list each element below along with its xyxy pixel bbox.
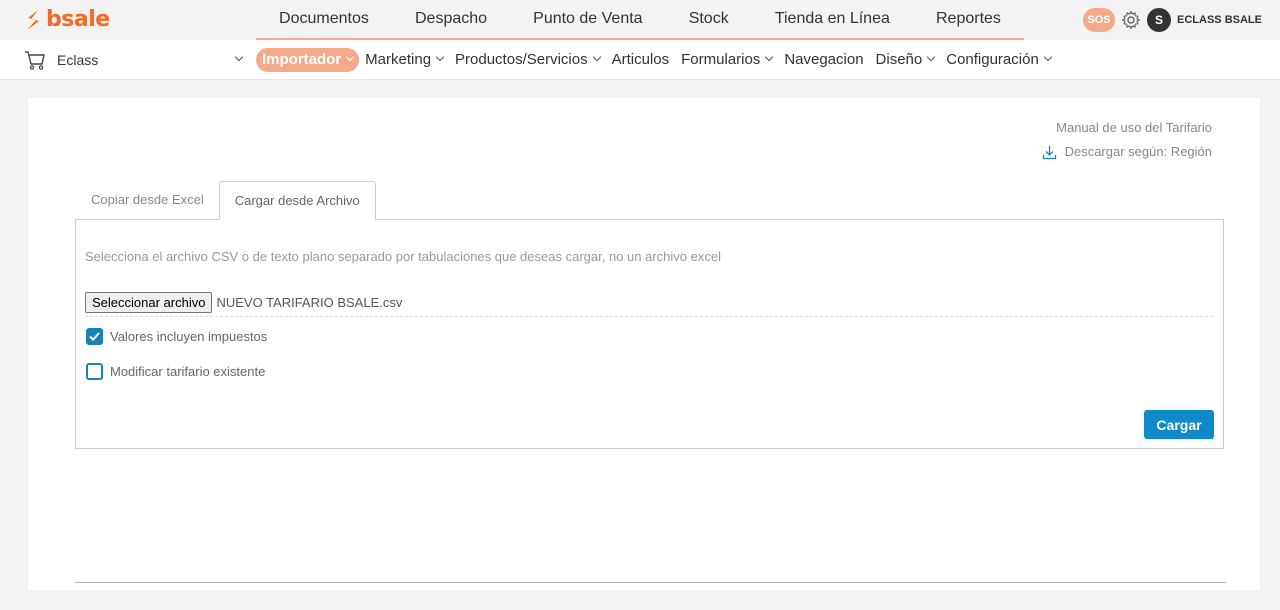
upload-help-text: Selecciona el archivo CSV o de texto pla…: [85, 249, 721, 264]
subnav-importador-label: Importador: [262, 51, 342, 68]
modify-existing-label: Modificar tarifario existente: [110, 364, 266, 379]
tab-copiar-excel[interactable]: Copiar desde Excel: [76, 181, 219, 220]
nav-despacho[interactable]: Despacho: [415, 10, 487, 28]
chevron-down-icon: [435, 52, 445, 62]
selected-file-name: NUEVO TARIFARIO BSALE.csv: [216, 295, 403, 310]
avatar[interactable]: S: [1147, 8, 1172, 32]
manual-link[interactable]: Manual de uso del Tarifario: [1042, 120, 1212, 136]
subnav-marketing-label: Marketing: [365, 51, 432, 68]
nav-reportes[interactable]: Reportes: [936, 10, 1001, 28]
user-name[interactable]: ECLASS BSALE: [1177, 14, 1262, 26]
subnav-navegacion-label: Navegacion: [784, 51, 864, 68]
top-bar: bsale Documentos Despacho Punto de Venta…: [0, 0, 1280, 40]
file-input[interactable]: Seleccionar archivo NUEVO TARIFARIO BSAL…: [85, 292, 1213, 317]
nav-stock[interactable]: Stock: [689, 10, 729, 28]
subnav-articulos-label: Articulos: [611, 51, 670, 68]
store-name: Eclass: [57, 52, 99, 68]
taxes-included-label: Valores incluyen impuestos: [110, 329, 268, 344]
subnav-productos-servicios[interactable]: Productos/Servicios: [449, 48, 606, 72]
subnav-formularios-label: Formularios: [681, 51, 761, 68]
subnav-formularios[interactable]: Formularios: [675, 48, 778, 72]
import-tabs: Copiar desde Excel Cargar desde Archivo: [76, 181, 376, 220]
subnav-configuracion-label: Configuración: [946, 51, 1039, 68]
nav-documentos[interactable]: Documentos: [279, 10, 369, 28]
upload-panel: Selecciona el archivo CSV o de texto pla…: [75, 219, 1224, 449]
subnav-diseno[interactable]: Diseño: [870, 48, 941, 72]
nav-punto-de-venta[interactable]: Punto de Venta: [533, 10, 642, 28]
select-file-button[interactable]: Seleccionar archivo: [85, 292, 213, 313]
taxes-included-option[interactable]: Valores incluyen impuestos: [86, 328, 267, 345]
import-card: Manual de uso del Tarifario Descargar se…: [28, 98, 1260, 590]
check-icon: [89, 332, 100, 342]
store-select[interactable]: Eclass: [24, 40, 244, 80]
chevron-down-icon: [926, 52, 936, 62]
download-link[interactable]: Descargar según: Región: [1042, 144, 1212, 160]
gear-icon[interactable]: [1119, 8, 1143, 32]
sub-nav: Importador Marketing Productos/Servicios…: [256, 48, 1057, 72]
nav-tienda-en-linea[interactable]: Tienda en Línea: [775, 10, 890, 28]
chevron-down-icon: [1043, 52, 1053, 62]
divider: [75, 582, 1226, 583]
subnav-importador[interactable]: Importador: [256, 48, 360, 72]
download-icon: [1042, 145, 1056, 159]
sub-bar: Eclass Importador Marketing Productos/Se…: [0, 40, 1280, 80]
modify-existing-checkbox[interactable]: [86, 363, 103, 380]
download-label: Descargar según: Región: [1064, 144, 1212, 159]
chevron-down-icon: [234, 52, 244, 62]
sos-button[interactable]: SOS: [1083, 8, 1116, 32]
bsale-logo[interactable]: bsale: [24, 8, 110, 32]
subnav-marketing[interactable]: Marketing: [359, 48, 449, 72]
subnav-configuracion[interactable]: Configuración: [940, 48, 1057, 72]
cargar-button[interactable]: Cargar: [1144, 410, 1214, 439]
brand-name: bsale: [46, 7, 110, 32]
subnav-navegacion[interactable]: Navegacion: [778, 48, 869, 72]
subnav-diseno-label: Diseño: [875, 51, 923, 68]
taxes-included-checkbox[interactable]: [86, 328, 103, 345]
cart-icon: [25, 51, 45, 70]
bsale-logo-icon: [27, 10, 39, 30]
modify-existing-option[interactable]: Modificar tarifario existente: [86, 363, 265, 380]
chevron-down-icon: [592, 52, 601, 62]
subnav-articulos[interactable]: Articulos: [606, 48, 676, 72]
tab-cargar-archivo[interactable]: Cargar desde Archivo: [218, 181, 376, 220]
main-nav: Documentos Despacho Punto de Venta Stock…: [256, 0, 1024, 40]
subnav-productos-label: Productos/Servicios: [455, 51, 588, 68]
chevron-down-icon: [345, 52, 355, 62]
chevron-down-icon: [765, 52, 774, 62]
user-area: SOS S ECLASS BSALE: [1083, 8, 1262, 32]
help-links: Manual de uso del Tarifario Descargar se…: [1042, 120, 1212, 160]
